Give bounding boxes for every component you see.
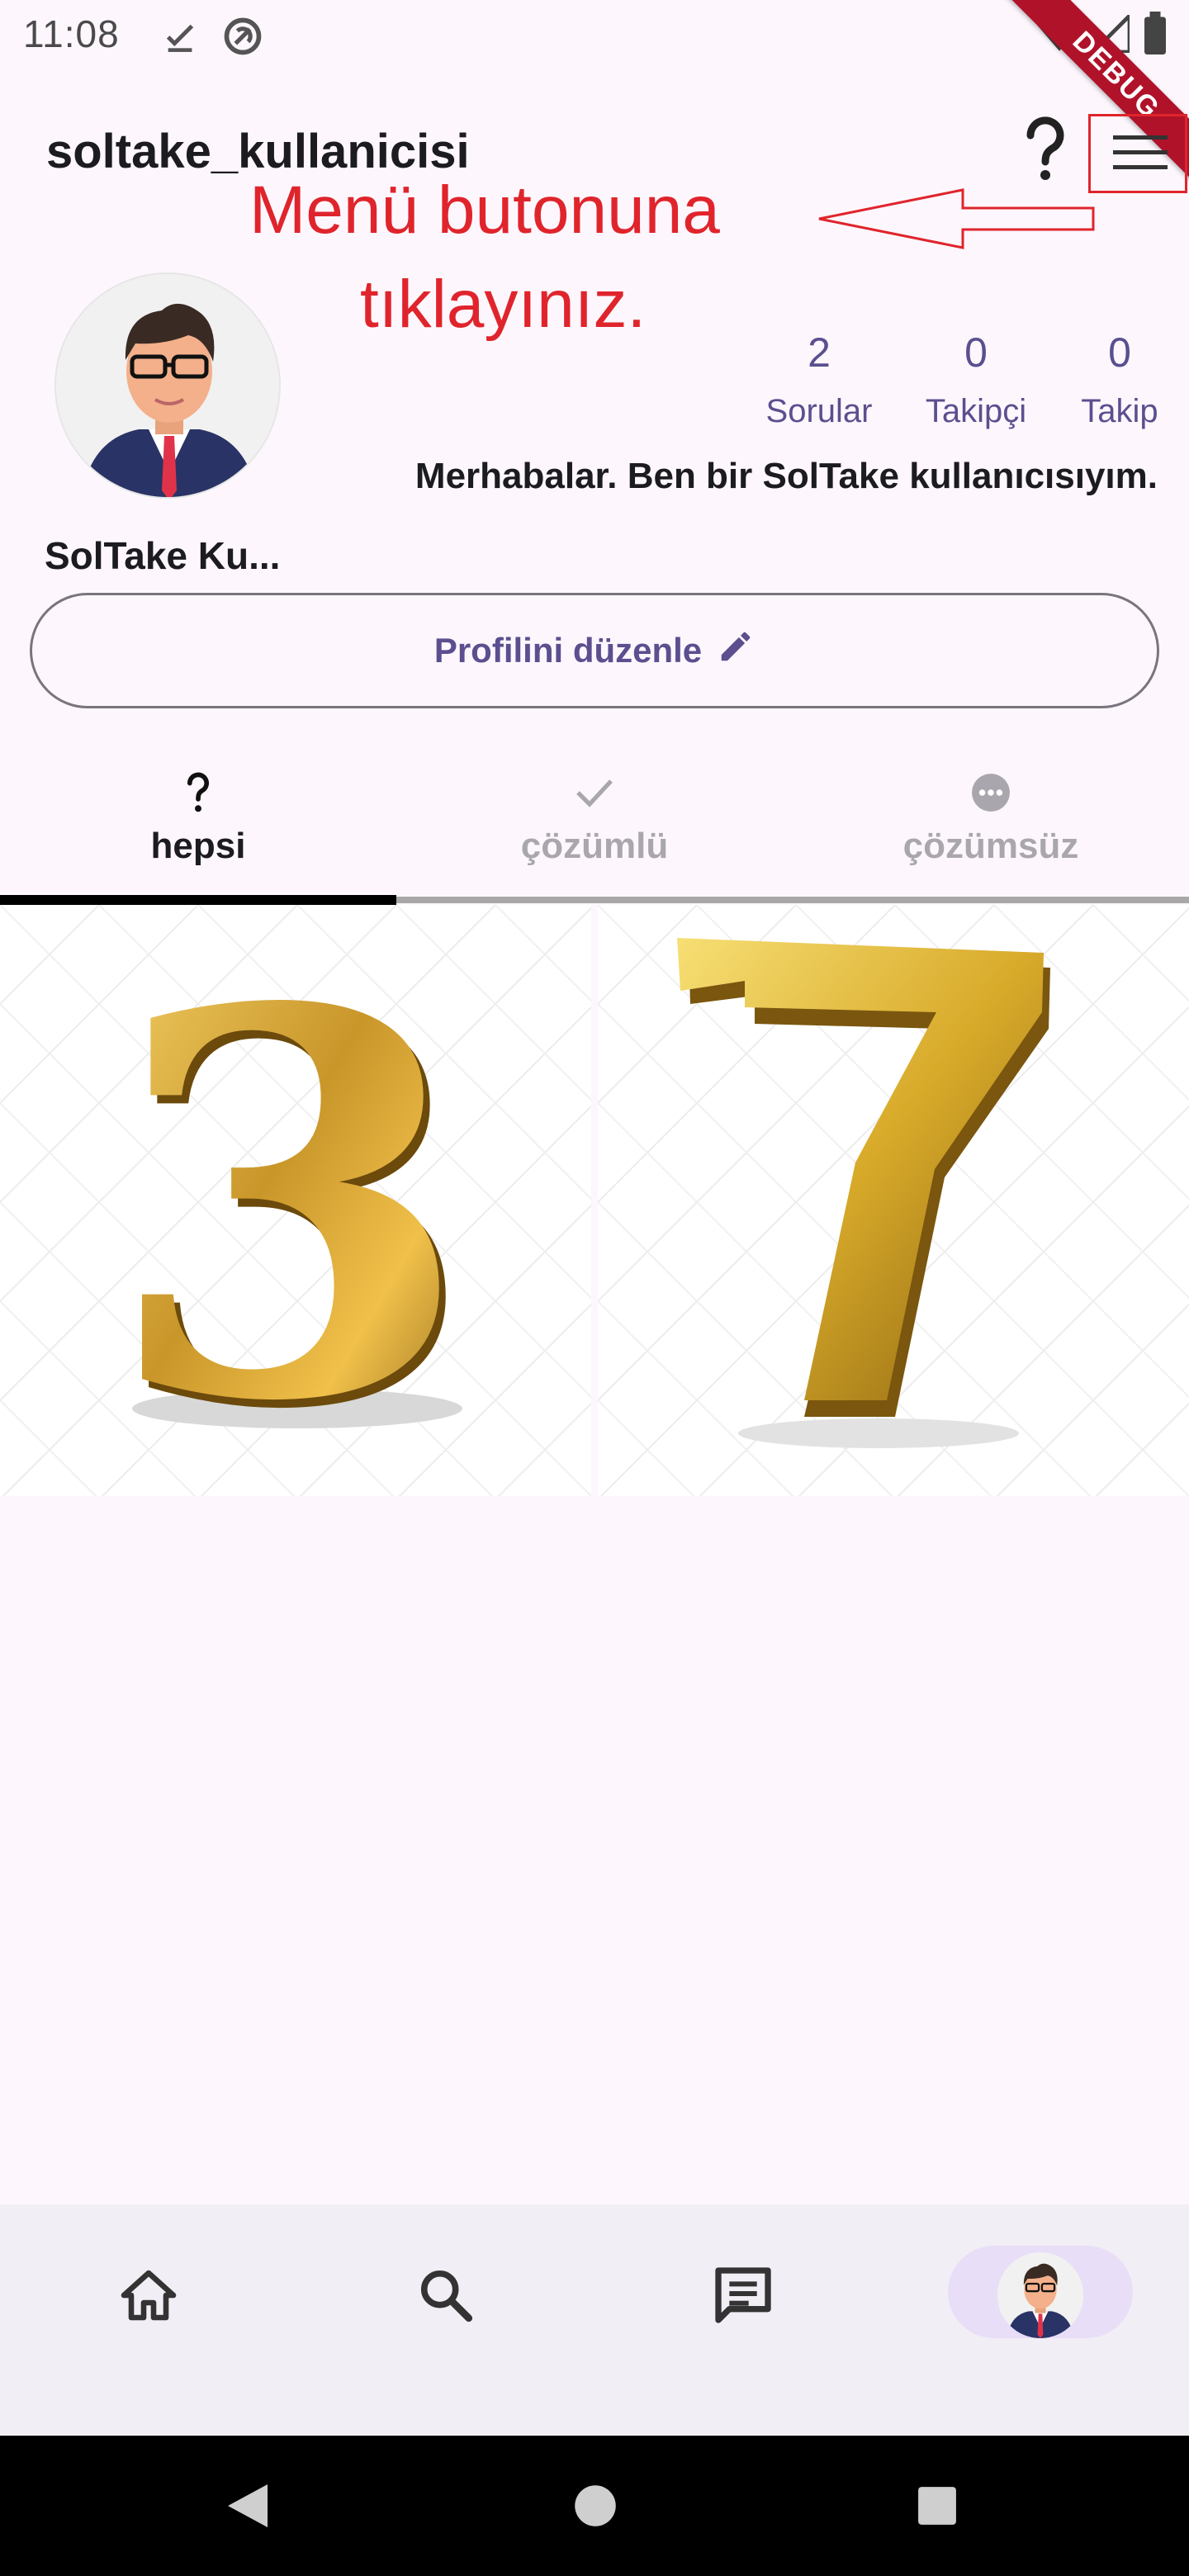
more-circle-icon — [793, 768, 1189, 817]
edit-profile-label: Profilini düzenle — [433, 631, 703, 670]
edit-pencil-icon — [717, 627, 755, 674]
annotation-arrow — [817, 188, 1098, 253]
menu-icon[interactable] — [1113, 132, 1168, 173]
search-icon — [420, 2270, 473, 2323]
nav-search[interactable] — [363, 2246, 528, 2345]
nav-profile[interactable] — [958, 2246, 1123, 2345]
profile-bio: Merhabalar. Ben bir SolTake kullanıcısıy… — [414, 456, 1158, 496]
tab-indicator — [0, 895, 396, 905]
stat-questions-label[interactable]: Sorular — [728, 393, 910, 430]
chat-icon — [715, 2267, 771, 2323]
annotation-line-1: Menü butonuna — [249, 173, 720, 248]
gold-number-7-image — [598, 905, 1189, 1496]
help-icon[interactable] — [1021, 116, 1070, 182]
download-done-icon — [162, 17, 200, 54]
check-icon — [396, 768, 793, 817]
annotation-line-2: tıklayınız. — [360, 267, 647, 342]
stat-following-value[interactable]: 0 — [1037, 329, 1189, 376]
stat-questions-value[interactable]: 2 — [737, 329, 902, 376]
nav-home[interactable] — [66, 2246, 231, 2345]
recents-icon[interactable] — [917, 2485, 958, 2531]
tab-solved[interactable]: çözümlü — [396, 768, 793, 892]
page-title: soltake_kullanicisi — [46, 125, 470, 178]
tab-unsolved-label: çözümsüz — [902, 826, 1079, 866]
data-saver-icon — [221, 15, 264, 58]
home-circle-icon[interactable] — [573, 2484, 618, 2532]
question-tile[interactable]: 3 3 — [0, 905, 591, 1496]
profile-avatar-icon — [997, 2252, 1083, 2338]
back-icon[interactable] — [225, 2480, 271, 2536]
nav-messages[interactable] — [661, 2246, 826, 2345]
tab-all[interactable]: hepsi — [0, 768, 396, 892]
tab-all-label: hepsi — [150, 826, 246, 866]
edit-profile-button[interactable]: Profilini düzenle — [30, 593, 1159, 708]
question-icon — [0, 768, 396, 817]
avatar[interactable] — [54, 272, 281, 499]
tab-unsolved[interactable]: çözümsüz — [793, 768, 1189, 892]
stat-following-label[interactable]: Takip — [1029, 393, 1189, 430]
question-tile[interactable] — [598, 905, 1189, 1496]
home-icon — [121, 2270, 177, 2321]
tab-solved-label: çözümlü — [520, 826, 669, 866]
status-time: 11:08 — [23, 12, 120, 55]
display-name: SolTake Ku... — [45, 534, 281, 577]
stat-followers-value[interactable]: 0 — [893, 329, 1059, 376]
svg-text:3: 3 — [105, 905, 472, 1496]
gold-number-3-image: 3 3 — [0, 905, 591, 1496]
